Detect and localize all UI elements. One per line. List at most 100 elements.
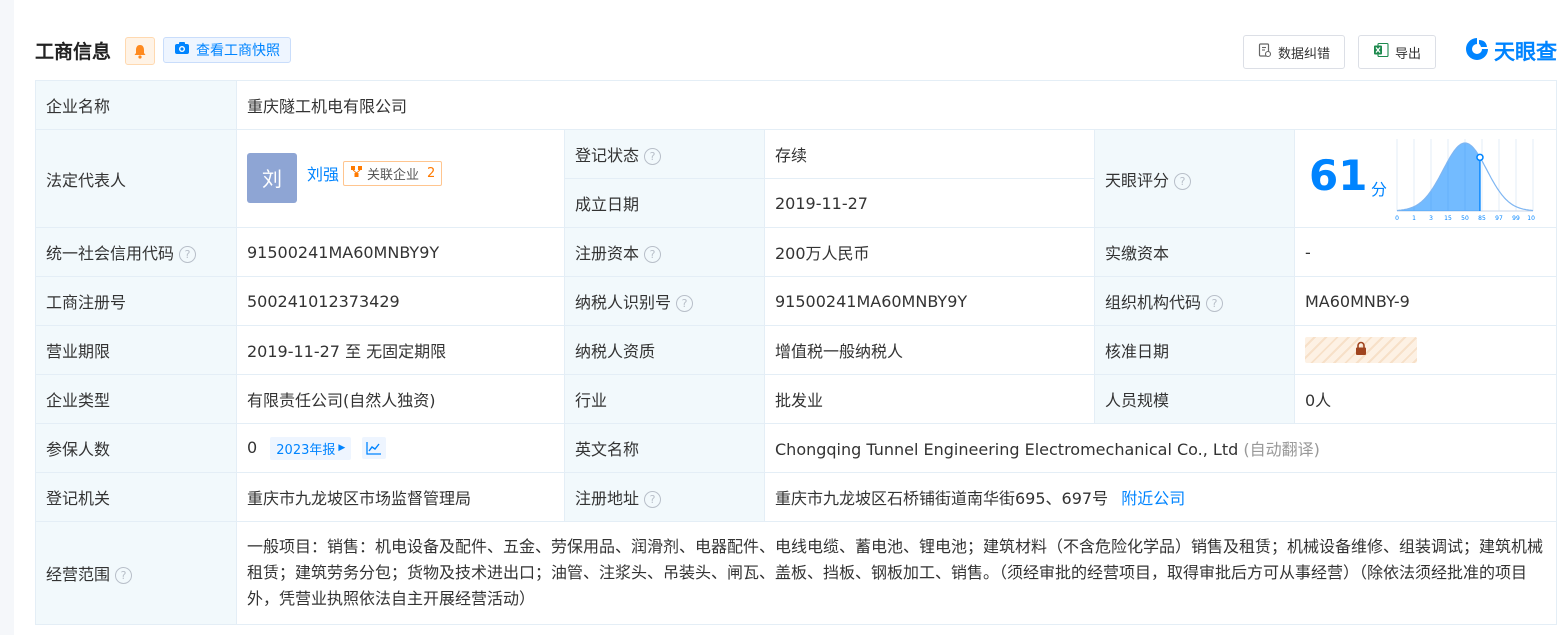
staff-label: 人员规模 [1094, 374, 1295, 424]
score-label: 天眼评分 [1105, 170, 1170, 190]
type-label: 企业类型 [35, 374, 237, 424]
approval-date-cell [1294, 325, 1557, 375]
data-correction-button[interactable]: 数据纠错 [1242, 35, 1345, 69]
company-type: 有限责任公司(自然人独资) [236, 374, 565, 424]
taxpayer-id-label: 纳税人识别号 [575, 293, 672, 312]
credit-code-label-cell: 统一社会信用代码? [35, 227, 237, 277]
related-companies-badge[interactable]: 关联企业 2 [343, 160, 443, 186]
related-label: 关联企业 [367, 167, 420, 183]
bell-icon[interactable] [125, 37, 155, 65]
reg-capital-label: 注册资本 [575, 244, 640, 263]
taxpayer-qual-label: 纳税人资质 [564, 325, 765, 375]
insured-cell: 0 2023年报 ▶ [236, 423, 565, 473]
founded-date: 2019-11-27 [764, 178, 1095, 228]
x-tick-label: 15 [1444, 215, 1452, 222]
paid-capital: - [1294, 227, 1557, 277]
scope-label-cell: 经营范围? [35, 521, 237, 625]
approval-date-label: 核准日期 [1094, 325, 1295, 375]
authority-label: 登记机关 [35, 472, 237, 522]
score-cell[interactable]: 61 分 0 1 3 15 50 85 97 99 100 [1294, 129, 1557, 228]
annual-report-year: 2023年报 [276, 442, 336, 458]
help-icon[interactable]: ? [115, 567, 133, 584]
authority: 重庆市九龙坡区市场监督管理局 [236, 472, 565, 522]
address-label-cell: 注册地址? [564, 472, 765, 522]
reg-status: 存续 [764, 129, 1095, 179]
reg-status-label: 登记状态 [575, 146, 640, 165]
lock-icon [1354, 341, 1368, 360]
help-icon[interactable]: ? [1206, 295, 1224, 312]
english-name-cell: Chongqing Tunnel Engineering Electromech… [764, 423, 1557, 473]
edit-doc-icon [1258, 42, 1272, 62]
score-label-cell: 天眼评分? [1094, 129, 1295, 228]
company-name: 重庆隧工机电有限公司 [236, 80, 1557, 130]
company-name-label: 企业名称 [35, 80, 237, 130]
org-code: MA60MNBY-9 [1294, 276, 1557, 326]
credit-code-label: 统一社会信用代码 [46, 244, 175, 263]
founded-label: 成立日期 [564, 178, 765, 228]
annual-report-year-tag[interactable]: 2023年报 ▶ [270, 436, 352, 460]
locked-value[interactable] [1305, 337, 1417, 363]
taxpayer-id: 91500241MA60MNBY9Y [764, 276, 1095, 326]
x-tick-label: 0 [1395, 215, 1399, 222]
english-name-label: 英文名称 [564, 423, 765, 473]
auto-translate-note: (自动翻译) [1243, 440, 1320, 459]
legal-rep-label: 法定代表人 [35, 129, 237, 228]
x-tick-label: 50 [1461, 215, 1469, 222]
industry: 批发业 [764, 374, 1095, 424]
view-snapshot-button[interactable]: 查看工商快照 [163, 37, 291, 63]
insured-count: 0 [247, 437, 258, 457]
help-icon[interactable]: ? [1174, 172, 1192, 190]
biz-reg-no-label: 工商注册号 [35, 276, 237, 326]
credit-code: 91500241MA60MNBY9Y [236, 227, 565, 277]
reg-status-label-cell: 登记状态? [564, 129, 765, 179]
help-icon[interactable]: ? [644, 246, 662, 263]
score-area [1397, 142, 1480, 211]
help-icon[interactable]: ? [644, 491, 662, 508]
help-icon[interactable]: ? [676, 295, 694, 312]
excel-icon [1373, 42, 1389, 62]
x-tick-label: 100 [1527, 215, 1535, 222]
help-icon[interactable]: ? [644, 148, 662, 165]
section-title: 工商信息 [35, 41, 112, 63]
paid-capital-label: 实缴资本 [1094, 227, 1295, 277]
score-unit: 分 [1371, 179, 1388, 199]
brand-name: 天眼查 [1494, 40, 1557, 64]
x-tick-label: 97 [1495, 215, 1503, 222]
term: 2019-11-27 至 无固定期限 [236, 325, 565, 375]
help-icon[interactable]: ? [179, 246, 197, 263]
row-company-name: 企业名称 重庆隧工机电有限公司 [35, 80, 1557, 130]
company-info-table: 企业名称 重庆隧工机电有限公司 法定代表人 刘 刘强 关联企业 2 登记状态 ?… [35, 80, 1557, 625]
row-legal-rep: 法定代表人 刘 刘强 关联企业 2 登记状态 ? 存续 天眼评分 ? 61 分 … [35, 129, 1557, 228]
scope-label: 经营范围 [46, 565, 111, 584]
insured-label: 参保人数 [35, 423, 237, 473]
address-label: 注册地址 [575, 489, 640, 508]
row-authority: 登记机关 重庆市九龙坡区市场监督管理局 注册地址? 重庆市九龙坡区石桥铺街道南华… [35, 472, 1557, 522]
related-count: 2 [427, 165, 436, 181]
staff-size: 0人 [1294, 374, 1557, 424]
x-tick-label: 3 [1429, 215, 1433, 222]
avatar[interactable]: 刘 [247, 152, 297, 203]
trend-chart-icon[interactable] [362, 437, 387, 459]
term-label: 营业期限 [35, 325, 237, 375]
score-value: 61 [1309, 150, 1368, 200]
taxpayer-id-label-cell: 纳税人识别号? [564, 276, 765, 326]
row-scope: 经营范围? 一般项目：销售：机电设备及配件、五金、劳保用品、润滑剂、电器配件、电… [35, 521, 1557, 625]
score-distribution-chart: 0 1 3 15 50 85 97 99 100 [1395, 138, 1535, 222]
org-code-label: 组织机构代码 [1105, 293, 1202, 312]
reg-capital-label-cell: 注册资本? [564, 227, 765, 277]
tianyancha-logo-icon [1464, 36, 1490, 66]
biz-reg-no: 500241012373429 [236, 276, 565, 326]
legal-rep-cell: 刘 刘强 关联企业 2 [236, 129, 565, 228]
brand-logo: 天眼查 [1464, 36, 1557, 66]
export-button[interactable]: 导出 [1357, 35, 1436, 69]
row-insured: 参保人数 0 2023年报 ▶ 英文名称 Chongqing Tunnel En… [35, 423, 1557, 473]
legal-rep-name-link[interactable]: 刘强 [307, 161, 339, 185]
network-icon [350, 165, 363, 182]
row-credit-code: 统一社会信用代码? 91500241MA60MNBY9Y 注册资本? 200万人… [35, 227, 1557, 277]
section-header: 工商信息 查看工商快照 数据纠错 导出 天眼查 [35, 30, 1557, 70]
x-tick-label: 99 [1512, 215, 1520, 222]
row-type: 企业类型 有限责任公司(自然人独资) 行业 批发业 人员规模 0人 [35, 374, 1557, 424]
english-name: Chongqing Tunnel Engineering Electromech… [775, 440, 1239, 459]
nearby-companies-link[interactable]: 附近公司 [1121, 489, 1185, 508]
row-term: 营业期限 2019-11-27 至 无固定期限 纳税人资质 增值税一般纳税人 核… [35, 325, 1557, 375]
